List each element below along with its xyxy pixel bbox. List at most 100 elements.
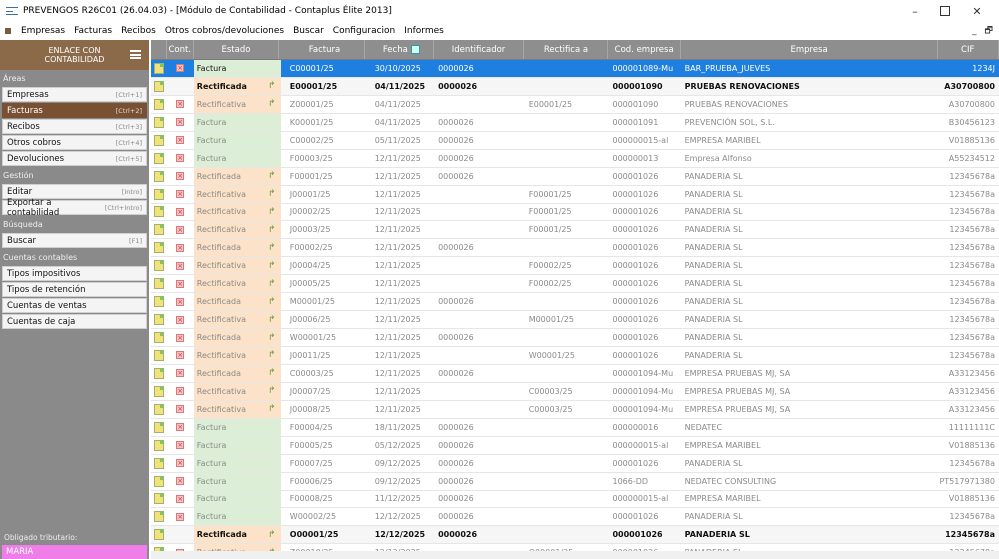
cont-cell[interactable]: × [167,508,194,525]
sidebar-item-cuentas-de-ventas[interactable]: Cuentas de ventas [2,298,147,313]
row-doc-cell[interactable] [151,221,167,238]
estado-cell[interactable]: Rectificativa ↱ [193,382,281,400]
table-row[interactable]: × Rectificativa ↱ J00003/25 12/11/2025 F00001… [151,221,999,240]
cont-cell[interactable]: × [167,293,194,310]
table-row[interactable]: × Rectificativa ↱ J00001/25 12/11/2025 F00001… [151,185,999,204]
estado-cell[interactable]: Rectificativa ↱ [193,185,281,203]
estado-cell[interactable]: Rectificativa ↱ [193,257,281,275]
cont-cell[interactable]: × [167,275,194,292]
sidebar-item-exportar-a-contabilidad[interactable]: Exportar a contabilidad [Ctrl+Intro] [2,198,147,218]
row-doc-cell[interactable] [151,78,167,95]
estado-cell[interactable]: Factura [193,149,281,167]
estado-cell[interactable]: Factura [193,490,281,508]
cont-cell[interactable]: × [167,168,194,185]
table-row[interactable]: × Rectificativa ↱ J00008/25 12/11/2025 C00003… [151,400,999,419]
row-doc-cell[interactable] [151,401,167,418]
estado-cell[interactable]: Rectificativa ↱ [193,400,281,418]
sidebar-item-buscar[interactable]: Buscar [F1] [2,233,147,248]
row-doc-cell[interactable] [151,186,167,203]
obligado-tributario-value[interactable]: MARIA [2,545,147,559]
estado-cell[interactable]: Factura [193,418,281,436]
menu-recibos[interactable]: Recibos [121,26,156,36]
estado-cell[interactable]: Rectificada ↱ [193,526,281,544]
cont-cell[interactable]: × [167,437,194,454]
row-doc-cell[interactable] [151,473,167,490]
estado-cell[interactable]: Rectificada ↱ [193,239,281,257]
table-row[interactable]: × Factura F00005/25 05/12/2025 0000026 000000… [151,436,999,455]
row-doc-cell[interactable] [151,239,167,256]
cont-cell[interactable]: × [167,60,194,77]
table-row[interactable]: × Factura F00006/25 09/12/2025 0000026 1066-D… [151,472,999,491]
row-doc-cell[interactable] [151,60,167,77]
estado-cell[interactable]: Factura [193,454,281,472]
cont-cell[interactable]: × [167,204,194,221]
table-row[interactable]: Rectificada ↱ O00001/25 12/12/2025 0000026 00… [151,526,999,545]
menu-empresas[interactable]: Empresas [21,26,65,36]
row-doc-cell[interactable] [151,168,167,185]
row-doc-cell[interactable] [151,437,167,454]
menu-configuracion[interactable]: Configuracion [333,26,395,36]
row-doc-cell[interactable] [151,257,167,274]
table-row[interactable]: × Factura F00008/25 11/12/2025 0000026 000000… [151,490,999,509]
menu-informes[interactable]: Informes [404,26,444,36]
horizontal-scrollbar[interactable] [151,551,999,559]
table-row[interactable]: × Rectificativa ↱ J00011/25 12/11/2025 W00001… [151,347,999,365]
cont-cell[interactable]: × [167,221,194,238]
estado-cell[interactable]: Rectificada ↱ [193,329,281,346]
table-row[interactable]: × Factura C00001/25 30/10/2025 0000026 000001… [151,60,999,78]
sidebar-item-empresas[interactable]: Empresas [Ctrl+1] [2,87,147,102]
table-row[interactable]: × Rectificada ↱ W00001/25 12/11/2025 0000026 0… [151,329,999,347]
estado-cell[interactable]: Factura [193,472,281,490]
estado-cell[interactable]: Rectificada ↱ [193,364,281,382]
row-doc-cell[interactable] [151,526,167,543]
row-doc-cell[interactable] [151,204,167,221]
table-row[interactable]: × Factura C00002/25 05/11/2025 0000026 000000… [151,131,999,150]
table-row[interactable]: × Factura K00001/25 04/11/2025 0000026 000001… [151,113,999,132]
table-row[interactable]: × Factura F00003/25 12/11/2025 0000026 000000… [151,149,999,168]
header-cod-empresa[interactable]: Cod. empresa [608,40,681,59]
header-factura[interactable]: Factura [279,40,366,59]
row-doc-cell[interactable] [151,311,167,328]
estado-cell[interactable]: Factura [193,508,281,526]
row-doc-cell[interactable] [151,365,167,382]
minimize-button[interactable]: – [900,0,930,22]
estado-cell[interactable]: Rectificativa ↱ [193,203,281,221]
row-doc-cell[interactable] [151,114,167,131]
table-row[interactable]: × Rectificada ↱ F00002/25 12/11/2025 0000026 0… [151,239,999,258]
cont-cell[interactable]: × [167,257,194,274]
table-row[interactable]: Rectificada ↱ E00001/25 04/11/2025 0000026 00… [151,77,999,96]
cont-cell[interactable]: × [167,132,194,149]
row-doc-cell[interactable] [151,96,167,113]
row-doc-cell[interactable] [151,275,167,292]
table-row[interactable]: × Factura F00007/25 09/12/2025 0000026 000001… [151,454,999,473]
maximize-button[interactable] [930,0,960,22]
table-row[interactable]: × Rectificada ↱ M00001/25 12/11/2025 0000026 0… [151,293,999,312]
cont-cell[interactable]: × [167,96,194,113]
cont-cell[interactable]: × [167,401,194,418]
row-doc-cell[interactable] [151,293,167,310]
table-row[interactable]: × Rectificativa ↱ J00002/25 12/11/2025 F00001… [151,203,999,222]
sidebar-item-cuentas-de-caja[interactable]: Cuentas de caja [2,314,147,329]
row-doc-cell[interactable] [151,150,167,167]
mdi-minimize-button[interactable]: _ [972,26,977,36]
table-row[interactable]: × Factura W00002/25 12/12/2025 0000026 000001… [151,508,999,527]
mdi-restore-button[interactable]: 🗗 [985,23,993,39]
estado-cell[interactable]: Rectificativa ↱ [193,275,281,293]
header-estado[interactable]: Estado [194,40,279,59]
cont-cell[interactable]: × [167,311,194,328]
header-identificador[interactable]: Identificador [434,40,525,59]
cont-cell[interactable]: × [167,455,194,472]
sidebar-item-otros-cobros[interactable]: Otros cobros [Ctrl+4] [2,135,147,150]
row-doc-cell[interactable] [151,383,167,400]
cont-cell[interactable]: × [167,329,194,346]
row-doc-cell[interactable] [151,329,167,346]
cont-cell[interactable]: × [167,347,194,364]
estado-cell[interactable]: Rectificada ↱ [193,167,281,185]
estado-cell[interactable]: Factura [193,60,281,77]
sidebar-item-recibos[interactable]: Recibos [Ctrl+3] [2,119,147,134]
sidebar-item-tipos-de-retenci-n[interactable]: Tipos de retención [2,282,147,297]
cont-cell[interactable]: × [167,473,194,490]
header-cont[interactable]: Cont. [167,40,194,59]
row-doc-cell[interactable] [151,132,167,149]
table-row[interactable]: × Factura F00004/25 18/11/2025 0000026 000000… [151,418,999,437]
